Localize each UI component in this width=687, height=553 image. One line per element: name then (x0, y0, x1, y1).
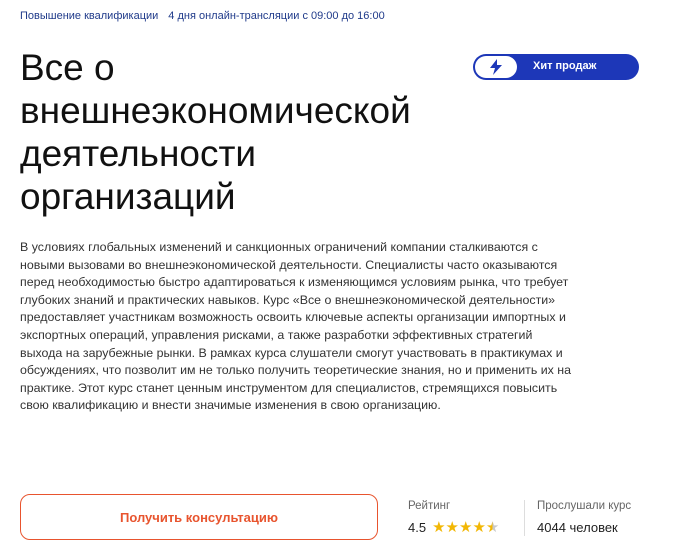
course-description: В условиях глобальных изменений и санкци… (20, 240, 572, 413)
tag-schedule: 4 дня онлайн-трансляции с 09:00 до 16:00 (168, 10, 385, 22)
listeners-block: Прослушали курс 4044 человек (537, 500, 631, 535)
star-icon: ★ (445, 519, 459, 536)
listeners-label: Прослушали курс (537, 500, 632, 512)
star-icon: ★ (432, 519, 446, 536)
star-icon: ★ (485, 519, 500, 536)
rating-value: 4.5 (408, 520, 427, 535)
tag-type: Повышение квалификации (20, 10, 159, 22)
rating-block: Рейтинг 4.5 ★ ★ ★ ★ ★ (408, 500, 499, 535)
course-tags: Повышение квалификации 4 дня онлайн-тран… (20, 10, 385, 22)
rating-label: Рейтинг (408, 500, 451, 512)
star-icon: ★ (458, 519, 473, 536)
badge-label: Хит продаж (533, 60, 597, 72)
meta-divider (524, 500, 525, 536)
bestseller-badge: Хит продаж (473, 54, 639, 80)
lightning-icon (475, 56, 517, 78)
star-icon: ★ (472, 519, 486, 536)
rating-stars: ★ ★ ★ ★ ★ (432, 520, 499, 535)
get-consultation-button[interactable]: Получить консультацию (20, 494, 378, 540)
listeners-value: 4044 человек (537, 520, 618, 535)
page-title: Все о внешнеэкономической деятельности о… (20, 47, 411, 217)
